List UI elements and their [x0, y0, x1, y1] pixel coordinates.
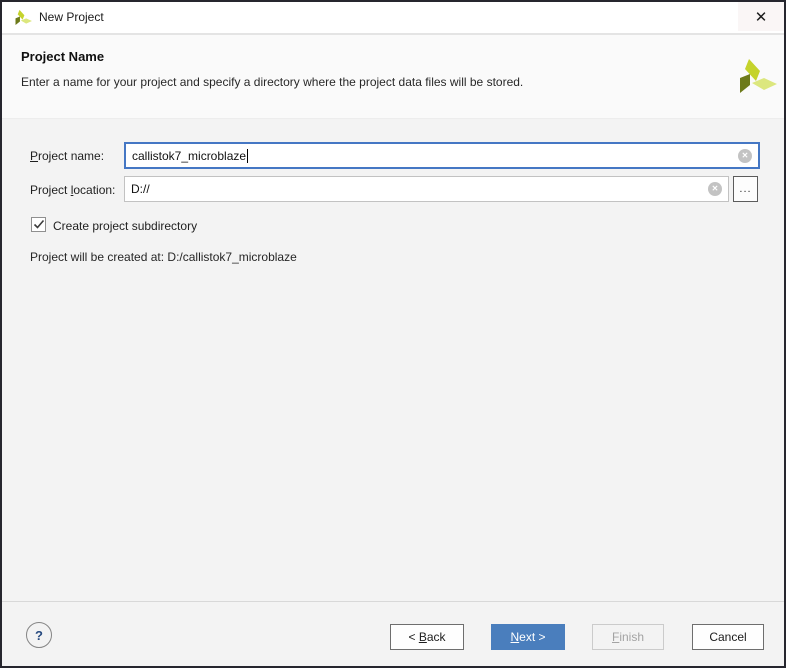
project-name-input[interactable]: callistok7_microblaze ✕: [124, 142, 760, 169]
question-mark-icon: ?: [35, 627, 43, 643]
page-description: Enter a name for your project and specif…: [21, 75, 524, 89]
project-location-label: Project location:: [30, 183, 116, 197]
project-name-value: callistok7_microblaze: [132, 148, 247, 163]
ellipsis-icon: ...: [739, 183, 752, 195]
created-at-text: Project will be created at: D:/callistok…: [30, 250, 297, 264]
page-title: Project Name: [21, 49, 105, 64]
window-title: New Project: [39, 10, 104, 24]
check-icon: [33, 219, 44, 229]
project-name-label: Project name:: [30, 149, 105, 163]
project-location-input[interactable]: D:// ✕: [124, 176, 729, 202]
project-location-value: D://: [131, 182, 150, 196]
help-button[interactable]: ?: [26, 622, 52, 648]
finish-button[interactable]: Finish: [592, 624, 664, 650]
text-caret: [247, 148, 249, 163]
browse-button[interactable]: ...: [733, 176, 758, 202]
new-project-dialog: New Project ✕ Project Name Enter a name …: [0, 0, 786, 668]
clear-icon[interactable]: ✕: [738, 148, 752, 163]
cancel-button[interactable]: Cancel: [692, 624, 764, 650]
back-button[interactable]: < Back: [390, 624, 464, 650]
next-button[interactable]: Next >: [491, 624, 565, 650]
title-bar: New Project ✕: [2, 2, 784, 35]
xilinx-logo-icon: [740, 59, 777, 93]
clear-icon[interactable]: ✕: [708, 182, 722, 196]
vivado-logo-icon: [15, 9, 32, 25]
create-subdir-label: Create project subdirectory: [53, 219, 198, 233]
close-button[interactable]: ✕: [738, 2, 784, 31]
wizard-header: Project Name Enter a name for your proje…: [2, 35, 784, 119]
close-icon: ✕: [754, 8, 768, 26]
create-subdir-checkbox[interactable]: [31, 217, 46, 232]
footer-divider: [2, 601, 784, 602]
